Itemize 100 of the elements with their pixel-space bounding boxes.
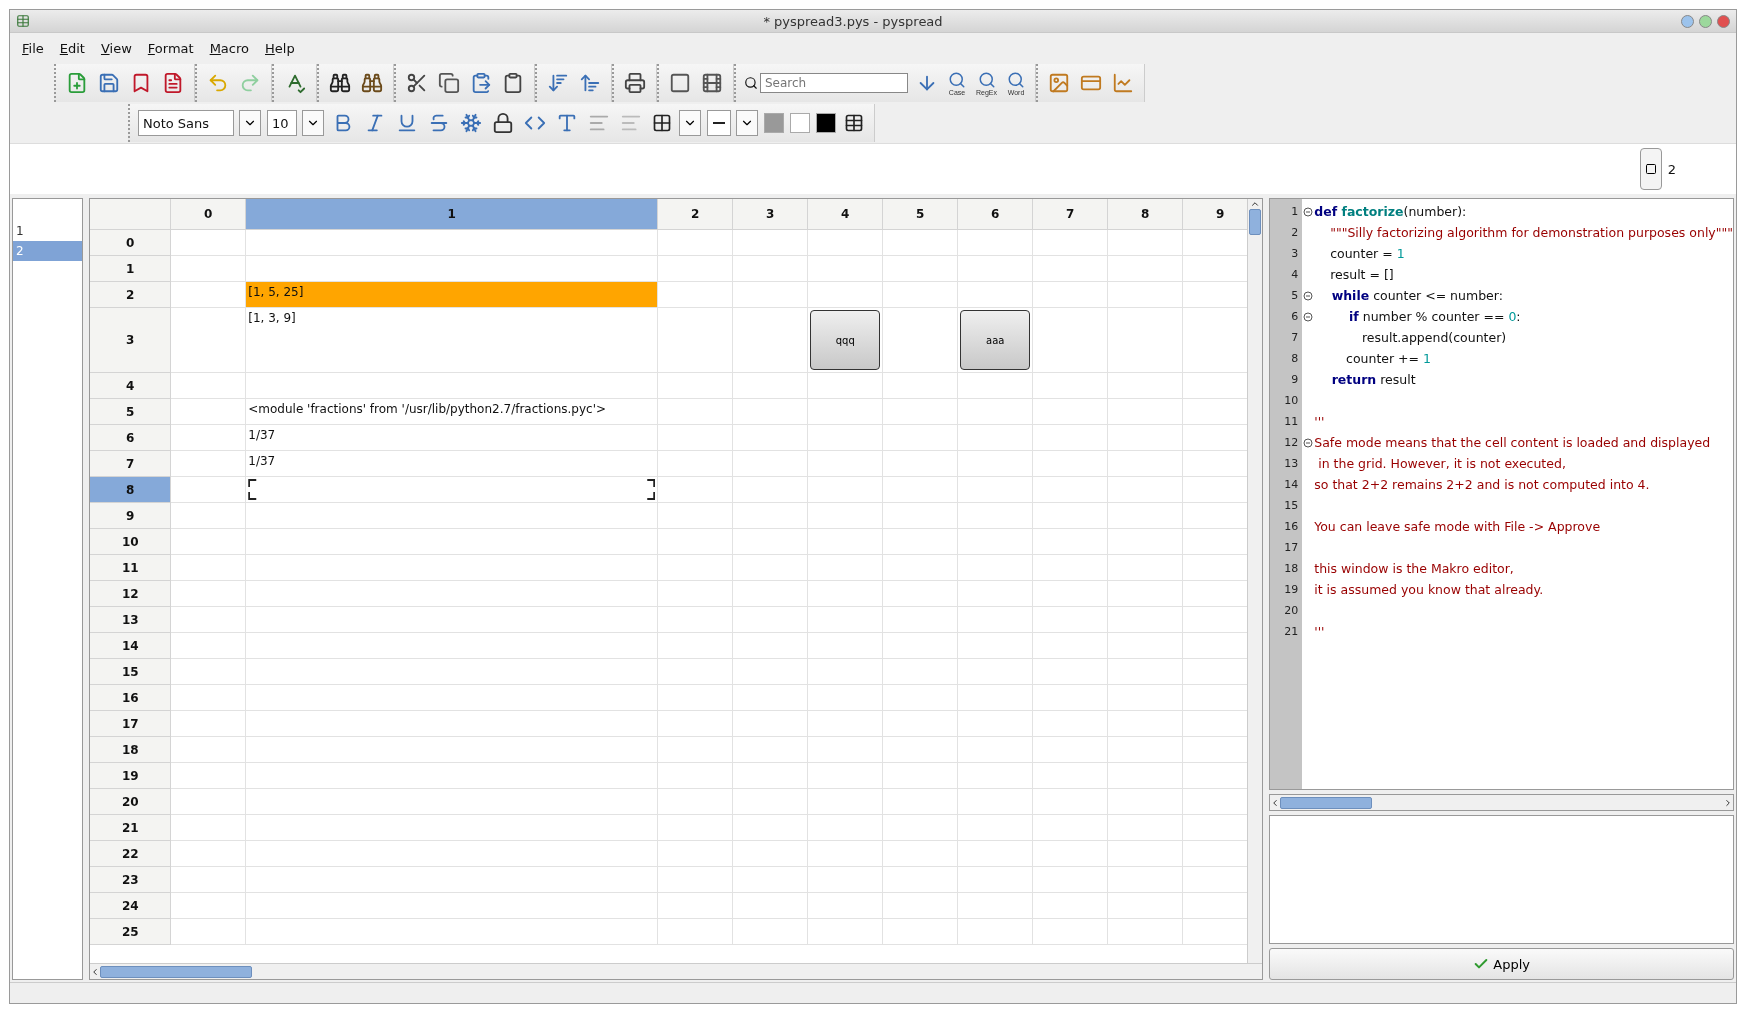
table-cell[interactable] [733, 581, 809, 607]
table-cell[interactable] [658, 659, 734, 685]
table-cell[interactable] [808, 893, 884, 919]
table-cell[interactable] [808, 685, 884, 711]
table-cell[interactable] [658, 581, 734, 607]
menu-item[interactable]: View [94, 40, 138, 56]
table-cell[interactable] [1108, 581, 1184, 607]
table-cell[interactable] [733, 282, 809, 308]
row-header[interactable]: 17 [90, 711, 172, 737]
table-cell[interactable] [1108, 737, 1184, 763]
table-cell[interactable] [1033, 919, 1109, 945]
dropdown-button[interactable] [679, 110, 701, 136]
row-header[interactable]: 19 [90, 763, 172, 789]
table-cell[interactable] [733, 230, 809, 256]
scroll-thumb[interactable] [1249, 209, 1262, 235]
table-cell[interactable] [171, 230, 247, 256]
row-header[interactable]: 2 [90, 282, 172, 308]
row-header[interactable]: 22 [90, 841, 172, 867]
horizontal-scrollbar[interactable] [90, 963, 1263, 979]
fold-toggle-icon[interactable] [1303, 290, 1314, 301]
row-header[interactable]: 15 [90, 659, 172, 685]
row-header[interactable]: 4 [90, 373, 172, 399]
table-cell[interactable] [1033, 685, 1109, 711]
table-cell[interactable] [1033, 711, 1109, 737]
table-cell[interactable] [958, 425, 1034, 451]
column-header[interactable]: 9 [1183, 199, 1248, 230]
table-cell[interactable] [246, 555, 659, 581]
table-cell[interactable] [171, 373, 247, 399]
table-cell[interactable] [883, 711, 959, 737]
table-cell[interactable] [883, 737, 959, 763]
table-cell[interactable] [1108, 841, 1184, 867]
table-cell[interactable] [171, 399, 247, 425]
table-cell[interactable] [658, 815, 734, 841]
table-cell[interactable] [658, 256, 734, 282]
table-cell[interactable] [246, 893, 659, 919]
dropdown-button[interactable] [736, 110, 758, 136]
row-header[interactable]: 24 [90, 893, 172, 919]
table-cell[interactable] [1033, 841, 1109, 867]
column-header[interactable]: 4 [808, 199, 884, 230]
row-header[interactable]: 7 [90, 451, 172, 477]
table-cell[interactable] [958, 867, 1034, 893]
table-cell[interactable] [1033, 282, 1109, 308]
table-cell[interactable] [883, 763, 959, 789]
table-cell[interactable] [658, 867, 734, 893]
row-header[interactable]: 9 [90, 503, 172, 529]
table-cell[interactable]: 1/37 [246, 425, 659, 451]
table-cell[interactable] [658, 607, 734, 633]
table-cell[interactable] [1108, 893, 1184, 919]
table-cell[interactable] [883, 659, 959, 685]
table-cell[interactable] [1108, 555, 1184, 581]
text-color-swatch[interactable] [816, 113, 836, 133]
table-cell[interactable] [171, 867, 247, 893]
table-cell[interactable] [883, 308, 959, 373]
vertical-scrollbar[interactable] [1247, 199, 1263, 963]
table-cell[interactable] [658, 685, 734, 711]
horizontal-scrollbar[interactable] [1269, 794, 1734, 811]
table-cell[interactable] [171, 308, 247, 373]
row-header[interactable]: 20 [90, 789, 172, 815]
table-cell[interactable] [246, 789, 659, 815]
table-cell[interactable] [883, 607, 959, 633]
table-cell[interactable] [171, 633, 247, 659]
table-cell[interactable] [733, 256, 809, 282]
font-field[interactable]: Noto Sans [138, 110, 234, 136]
macro-editor[interactable] [1269, 198, 1734, 790]
row-header[interactable]: 23 [90, 867, 172, 893]
table-cell[interactable] [1033, 789, 1109, 815]
table-cell[interactable] [733, 711, 809, 737]
dropdown-button[interactable] [302, 110, 324, 136]
menu-item[interactable]: Edit [53, 40, 91, 56]
table-cell[interactable] [733, 841, 809, 867]
copy-button[interactable] [436, 70, 462, 96]
row-header[interactable]: 10 [90, 529, 172, 555]
row-header[interactable]: 25 [90, 919, 172, 945]
table-cell[interactable] [808, 555, 884, 581]
table-cell[interactable] [171, 841, 247, 867]
table-cell[interactable] [171, 659, 247, 685]
table-cell[interactable] [246, 711, 659, 737]
column-header[interactable]: 8 [1108, 199, 1184, 230]
table-cell[interactable] [733, 763, 809, 789]
table-cell[interactable] [808, 815, 884, 841]
table-cell[interactable] [958, 659, 1034, 685]
column-header[interactable]: 5 [883, 199, 959, 230]
table-cell[interactable] [246, 607, 659, 633]
table-cell[interactable] [1108, 282, 1184, 308]
table-cell[interactable] [808, 373, 884, 399]
table-cell[interactable] [958, 555, 1034, 581]
table-cell[interactable] [658, 893, 734, 919]
background-color-swatch[interactable] [790, 113, 810, 133]
table-cell[interactable] [246, 841, 659, 867]
table-cell[interactable] [958, 919, 1034, 945]
table-cell[interactable] [1108, 763, 1184, 789]
table-cell[interactable] [808, 282, 884, 308]
table-cell[interactable] [733, 893, 809, 919]
table-cell[interactable] [1033, 399, 1109, 425]
table-cell[interactable] [171, 555, 247, 581]
table-cell[interactable] [883, 451, 959, 477]
table-cell[interactable] [1108, 399, 1184, 425]
table-cell[interactable] [883, 581, 959, 607]
table-cell[interactable] [958, 230, 1034, 256]
table-cell[interactable] [658, 373, 734, 399]
